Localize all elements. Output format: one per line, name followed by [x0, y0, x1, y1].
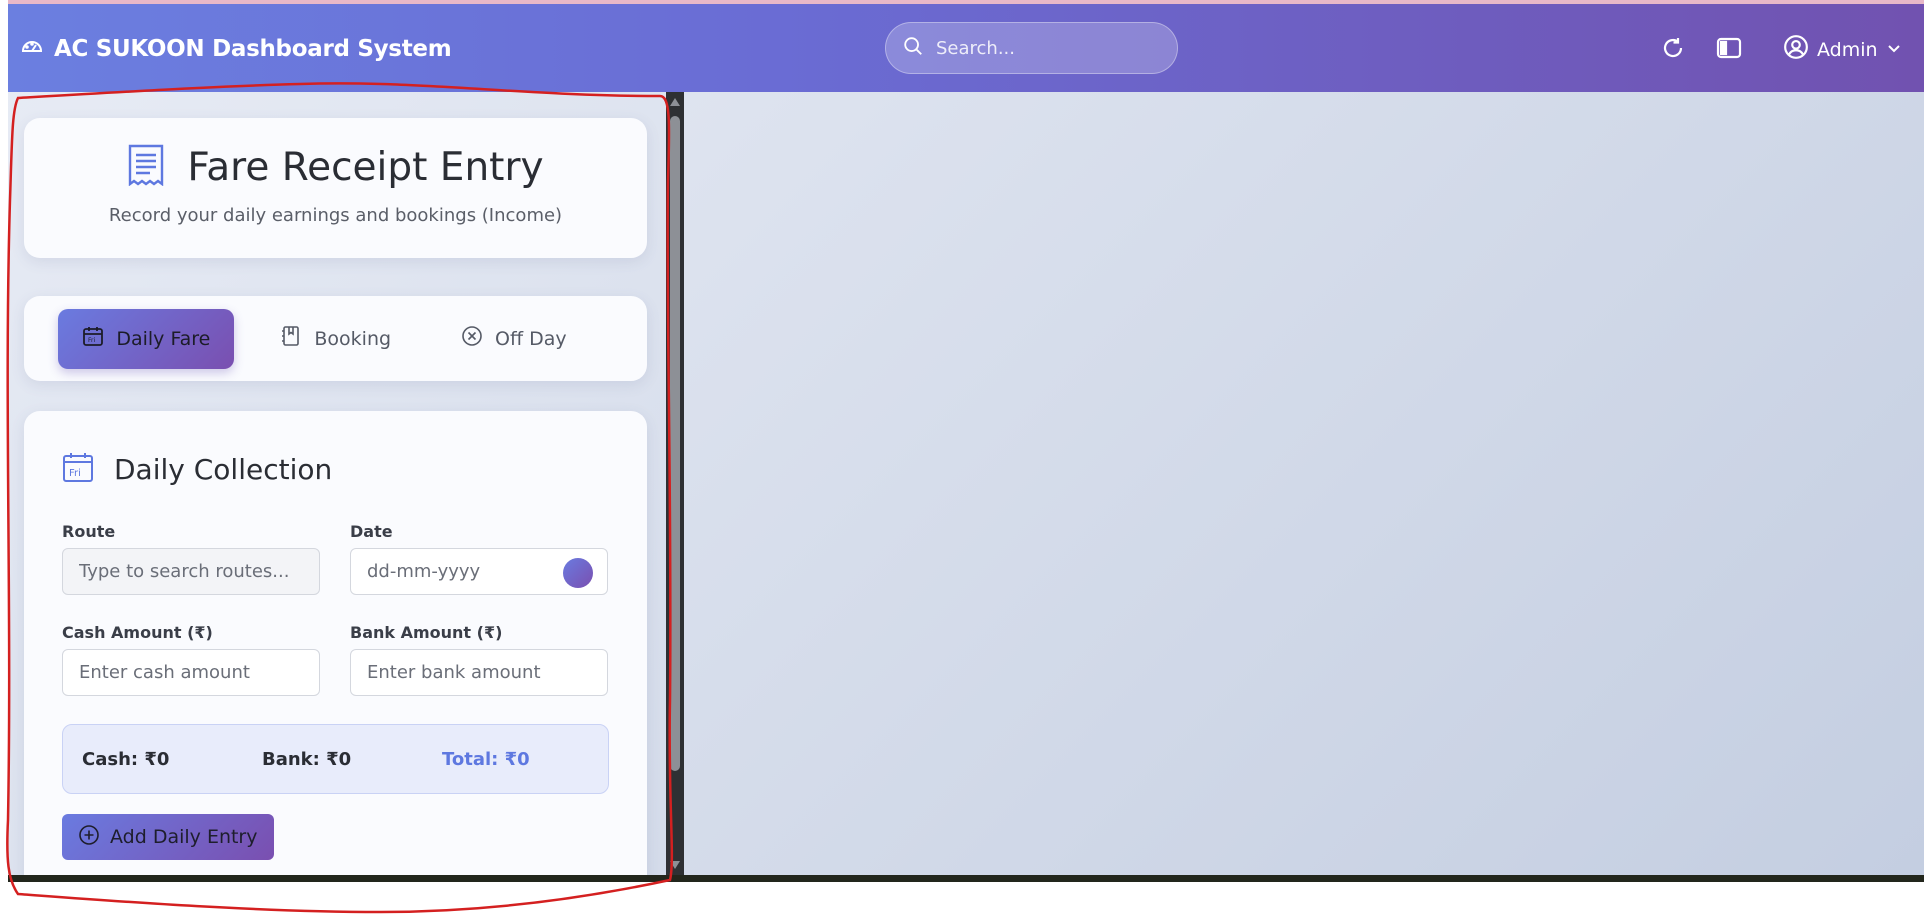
- totals-summary: Cash: ₹0 Bank: ₹0 Total: ₹0: [62, 724, 609, 794]
- user-menu[interactable]: Admin: [1783, 34, 1902, 65]
- add-daily-entry-button[interactable]: Add Daily Entry: [62, 814, 274, 860]
- svg-text:Fri: Fri: [69, 468, 81, 479]
- calendar-fri-icon: Fri: [62, 451, 94, 488]
- search-icon: [902, 35, 924, 62]
- x-circle-icon: [461, 325, 483, 352]
- cash-amount-label: Cash Amount (₹): [62, 623, 213, 642]
- tab-bar: Fri Daily Fare Booking Off Day: [24, 296, 647, 381]
- book-icon: [280, 325, 302, 352]
- app-window: AC SUKOON Dashboard System Admin: [8, 0, 1924, 882]
- date-picker-button[interactable]: [563, 558, 593, 588]
- tab-label: Booking: [314, 327, 392, 350]
- top-header: AC SUKOON Dashboard System Admin: [8, 4, 1924, 92]
- route-field[interactable]: [62, 548, 320, 595]
- scroll-down-arrow[interactable]: [670, 861, 680, 869]
- section-title: Daily Collection: [114, 453, 333, 486]
- cash-amount-field[interactable]: [62, 649, 320, 696]
- sidebar-toggle-icon[interactable]: [1716, 36, 1742, 65]
- page-subtitle: Record your daily earnings and bookings …: [108, 205, 563, 226]
- bank-total: Bank: ₹0: [262, 748, 352, 770]
- bank-amount-field[interactable]: [350, 649, 608, 696]
- tab-booking[interactable]: Booking: [256, 309, 415, 369]
- user-label: Admin: [1817, 38, 1878, 61]
- bottom-bar: [8, 875, 1924, 882]
- scroll-thumb[interactable]: [670, 116, 680, 771]
- tab-label: Off Day: [495, 327, 567, 350]
- cash-total: Cash: ₹0: [82, 748, 170, 770]
- page-title: Fare Receipt Entry: [187, 145, 544, 190]
- title-card: Fare Receipt Entry Record your daily ear…: [24, 118, 647, 258]
- bank-amount-label: Bank Amount (₹): [350, 623, 503, 642]
- date-input[interactable]: [367, 561, 591, 582]
- dashboard-gauge-icon: [20, 34, 44, 63]
- search-input[interactable]: [936, 37, 1156, 59]
- cash-amount-input[interactable]: [79, 662, 303, 683]
- route-label: Route: [62, 522, 116, 541]
- search-box[interactable]: [885, 22, 1178, 74]
- calendar-icon: Fri: [82, 325, 104, 352]
- app-title: AC SUKOON Dashboard System: [54, 35, 452, 62]
- bank-amount-input[interactable]: [367, 662, 591, 683]
- user-avatar-icon: [1783, 34, 1809, 65]
- grand-total: Total: ₹0: [442, 748, 530, 770]
- date-label: Date: [350, 522, 393, 541]
- route-input[interactable]: [79, 561, 303, 582]
- svg-text:Fri: Fri: [88, 337, 95, 344]
- brand[interactable]: AC SUKOON Dashboard System: [20, 34, 452, 63]
- receipt-icon: [127, 144, 165, 191]
- panel-scrollbar[interactable]: [666, 92, 684, 875]
- chevron-down-icon: [1886, 39, 1902, 61]
- refresh-icon[interactable]: [1661, 36, 1685, 65]
- scroll-up-arrow[interactable]: [670, 98, 680, 106]
- tab-off-day[interactable]: Off Day: [437, 309, 591, 369]
- add-button-label: Add Daily Entry: [110, 826, 258, 848]
- tab-label: Daily Fare: [116, 327, 211, 350]
- daily-collection-card: Fri Daily Collection Route Date: [24, 411, 647, 875]
- plus-circle-icon: [78, 824, 100, 851]
- date-field[interactable]: [350, 548, 608, 595]
- entry-panel: Fare Receipt Entry Record your daily ear…: [8, 92, 684, 875]
- tab-daily-fare[interactable]: Fri Daily Fare: [58, 308, 235, 369]
